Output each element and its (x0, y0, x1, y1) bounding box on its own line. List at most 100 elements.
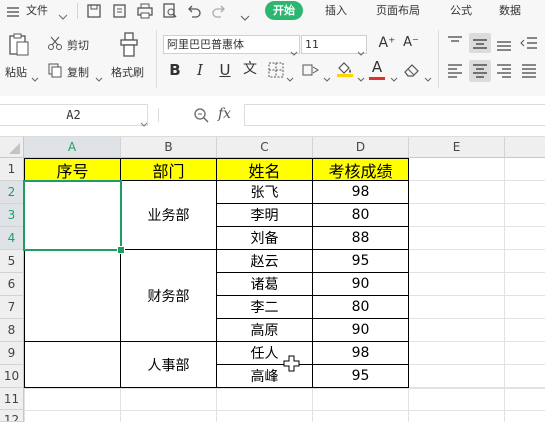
undo-icon[interactable] (186, 3, 202, 19)
font-name-select[interactable]: 阿里巴巴普惠体 (163, 35, 300, 54)
name-box-chevron-icon[interactable] (140, 113, 148, 132)
decrease-font-button[interactable]: A⁻ (402, 33, 420, 53)
align-top-icon[interactable] (446, 34, 464, 56)
copy-icon[interactable] (47, 62, 63, 82)
fill-color-icon[interactable] (336, 60, 354, 82)
justify-icon[interactable] (520, 62, 538, 84)
export-icon[interactable] (112, 3, 128, 19)
merged-cell-a2-a4[interactable] (24, 181, 121, 250)
print-preview-icon[interactable] (162, 3, 178, 19)
font-size-chevron-icon[interactable] (357, 42, 365, 61)
copy-chevron-icon[interactable] (95, 68, 103, 87)
name-cell[interactable]: 赵云 (217, 250, 313, 273)
row-header-7[interactable]: 7 (0, 296, 24, 319)
row-header-8[interactable]: 8 (0, 319, 24, 342)
clear-chevron-icon[interactable] (424, 68, 432, 87)
formula-input[interactable] (244, 104, 545, 126)
scissors-icon[interactable] (47, 35, 63, 55)
bold-button[interactable]: B (166, 60, 184, 80)
decrease-indent-icon[interactable] (520, 34, 538, 56)
align-bottom-icon[interactable] (495, 34, 513, 56)
score-cell[interactable]: 88 (313, 227, 409, 250)
header-cell-score[interactable]: 考核成绩 (313, 158, 409, 181)
column-header-d[interactable]: D (313, 137, 409, 158)
row-header-12[interactable]: 12 (0, 410, 24, 422)
row-header-6[interactable]: 6 (0, 273, 24, 296)
row-header-2[interactable]: 2 (0, 181, 24, 204)
align-right-icon[interactable] (495, 62, 513, 84)
tab-data[interactable]: 数据 (499, 0, 521, 22)
phonetic-guide-button[interactable]: 文 (241, 59, 259, 79)
name-cell[interactable]: 李明 (217, 204, 313, 227)
column-header-f[interactable] (505, 137, 545, 158)
name-box[interactable]: A2 (0, 104, 148, 126)
header-cell-dept[interactable]: 部门 (121, 158, 217, 181)
select-all-corner[interactable] (0, 137, 24, 158)
name-cell[interactable]: 诸葛 (217, 273, 313, 296)
file-menu[interactable]: 文件 (26, 0, 48, 22)
align-center-button[interactable] (469, 60, 491, 82)
department-cell[interactable]: 人事部 (121, 342, 217, 388)
cut-button[interactable]: 剪切 (67, 37, 89, 53)
department-cell[interactable]: 业务部 (121, 181, 217, 250)
department-cell[interactable]: 财务部 (121, 250, 217, 342)
row-header-9[interactable]: 9 (0, 342, 24, 365)
row-header-4[interactable]: 4 (0, 227, 24, 250)
cell-style-icon[interactable] (302, 62, 320, 82)
row-header-11[interactable]: 11 (0, 388, 24, 410)
name-cell[interactable]: 刘备 (217, 227, 313, 250)
cell-style-chevron-icon[interactable] (323, 68, 331, 87)
row-header-1[interactable]: 1 (0, 158, 24, 181)
align-middle-button[interactable] (469, 33, 491, 53)
score-cell[interactable]: 80 (313, 204, 409, 227)
italic-button[interactable]: I (191, 60, 209, 80)
score-cell[interactable]: 80 (313, 296, 409, 319)
align-left-icon[interactable] (446, 62, 464, 84)
font-color-button[interactable]: A (368, 57, 386, 77)
score-cell[interactable]: 98 (313, 181, 409, 204)
column-header-c[interactable]: C (217, 137, 313, 158)
borders-chevron-icon[interactable] (286, 68, 294, 87)
score-cell[interactable]: 95 (313, 365, 409, 388)
column-header-e[interactable]: E (409, 137, 505, 158)
fill-color-chevron-icon[interactable] (357, 68, 365, 87)
tab-page-layout[interactable]: 页面布局 (376, 0, 420, 22)
redo-icon[interactable] (211, 3, 227, 19)
font-name-chevron-icon[interactable] (290, 42, 298, 61)
row-header-5[interactable]: 5 (0, 250, 24, 273)
score-cell[interactable]: 98 (313, 342, 409, 365)
paste-chevron-icon[interactable] (31, 68, 39, 87)
borders-icon[interactable] (268, 62, 284, 82)
header-cell-name[interactable]: 姓名 (217, 158, 313, 181)
name-cell[interactable]: 高原 (217, 319, 313, 342)
eraser-icon[interactable] (403, 62, 421, 82)
tab-insert[interactable]: 插入 (325, 0, 347, 22)
row-header-10[interactable]: 10 (0, 365, 24, 388)
name-cell[interactable]: 张飞 (217, 181, 313, 204)
name-cell[interactable]: 李二 (217, 296, 313, 319)
score-cell[interactable]: 90 (313, 273, 409, 296)
merged-cell-a9-a10[interactable] (24, 342, 121, 388)
score-cell[interactable]: 90 (313, 319, 409, 342)
format-painter-button[interactable]: 格式刷 (111, 64, 144, 80)
header-cell-serial[interactable]: 序号 (24, 158, 121, 181)
paste-button[interactable]: 粘贴 (5, 64, 27, 80)
tab-home[interactable]: 开始 (265, 1, 303, 20)
underline-button[interactable]: U (216, 60, 234, 80)
font-color-chevron-icon[interactable] (390, 68, 398, 87)
insert-function-button[interactable]: fx (218, 106, 231, 122)
fill-handle[interactable] (117, 246, 125, 254)
print-icon[interactable] (137, 3, 153, 19)
format-painter-icon[interactable] (118, 32, 140, 62)
column-header-b[interactable]: B (121, 137, 217, 158)
column-header-a[interactable]: A (24, 137, 121, 158)
copy-button[interactable]: 复制 (67, 64, 89, 80)
increase-font-button[interactable]: A⁺ (378, 33, 396, 53)
merged-cell-a5-a8[interactable] (24, 250, 121, 342)
score-cell[interactable]: 95 (313, 250, 409, 273)
paste-icon[interactable] (8, 33, 30, 61)
save-icon[interactable] (86, 3, 102, 19)
tab-formulas[interactable]: 公式 (450, 0, 472, 22)
zoom-search-icon[interactable] (193, 107, 209, 127)
row-header-3[interactable]: 3 (0, 204, 24, 227)
